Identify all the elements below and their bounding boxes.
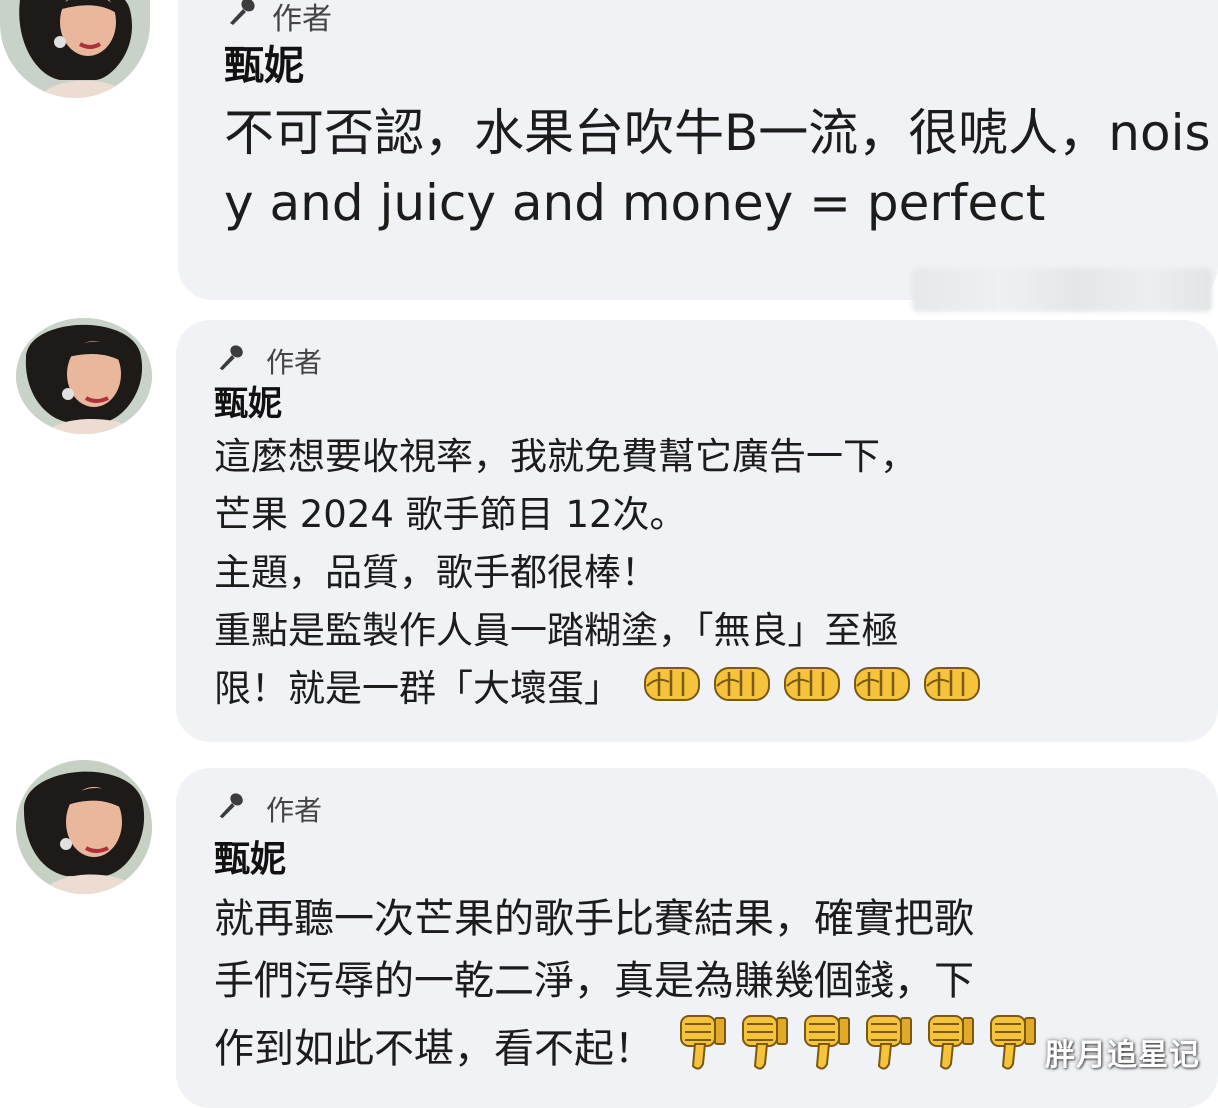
author-avatar[interactable] (0, 0, 150, 98)
author-badge-label: 作者 (266, 346, 323, 379)
thumbs-down-icon (861, 1012, 915, 1090)
comment-line: 主題，品質，歌手都很棒！ (214, 551, 658, 594)
microphone-icon (224, 0, 258, 35)
emoji-row (667, 1015, 1039, 1072)
comment-line: 重點是監製作人員一踏糊塗，「無良」至極 (214, 609, 899, 652)
thumbs-down-icon (675, 1012, 729, 1090)
blurred-timestamp (912, 268, 1212, 312)
oncoming-fist-icon (781, 660, 843, 721)
oncoming-fist-icon (921, 660, 983, 721)
thumbs-down-icon (985, 1012, 1039, 1090)
comment-text: 這麼想要收視率，我就免費幫它廣告一下， 芒果 2024 歌手節目 12次。 主題… (214, 428, 1194, 721)
commenter-name[interactable]: 甄妮 (224, 40, 1218, 92)
commenter-name[interactable]: 甄妮 (214, 832, 1218, 888)
watermark: 胖月追星记 (1045, 1038, 1200, 1073)
author-badge-label: 作者 (272, 2, 332, 37)
comment-line: 就再聽一次芒果的歌手比賽結果，確實把歌 (214, 896, 974, 942)
oncoming-fist-icon (641, 660, 703, 721)
comment-text: 不可否認，水果台吹牛B一流，很唬人，noisy and juicy and mo… (224, 104, 1211, 232)
author-avatar[interactable] (16, 318, 152, 434)
microphone-icon (214, 343, 246, 380)
oncoming-fist-icon (851, 660, 913, 721)
author-badge: 作者 (214, 342, 1218, 380)
comment-line: 手們污辱的一乾二淨，真是為賺幾個錢，下 (214, 958, 974, 1004)
comment-line: 芒果 2024 歌手節目 12次。 (214, 493, 687, 536)
author-badge: 作者 (224, 0, 1218, 37)
thumbs-down-icon (799, 1012, 853, 1090)
author-avatar[interactable] (16, 760, 152, 894)
comment-line-text: 作到如此不堪，看不起！ (214, 1026, 654, 1072)
microphone-icon (214, 790, 246, 829)
comment-line: 這麼想要收視率，我就免費幫它廣告一下， (214, 435, 917, 478)
oncoming-fist-icon (711, 660, 773, 721)
thumbs-down-icon (923, 1012, 977, 1090)
thumbs-down-icon (737, 1012, 791, 1090)
author-badge-label: 作者 (266, 794, 323, 827)
commenter-name[interactable]: 甄妮 (214, 380, 1218, 428)
emoji-row (633, 667, 983, 710)
author-badge: 作者 (214, 788, 1218, 830)
comment-bubble: 作者 甄妮 不可否認，水果台吹牛B一流，很唬人，noisy and juicy … (178, 0, 1218, 300)
comment-line-text: 限！就是一群「大壞蛋」 (214, 667, 621, 710)
comment-line: 限！就是一群「大壞蛋」 (214, 660, 1194, 721)
comment-bubble: 作者 甄妮 這麼想要收視率，我就免費幫它廣告一下， 芒果 2024 歌手節目 1… (176, 320, 1218, 742)
